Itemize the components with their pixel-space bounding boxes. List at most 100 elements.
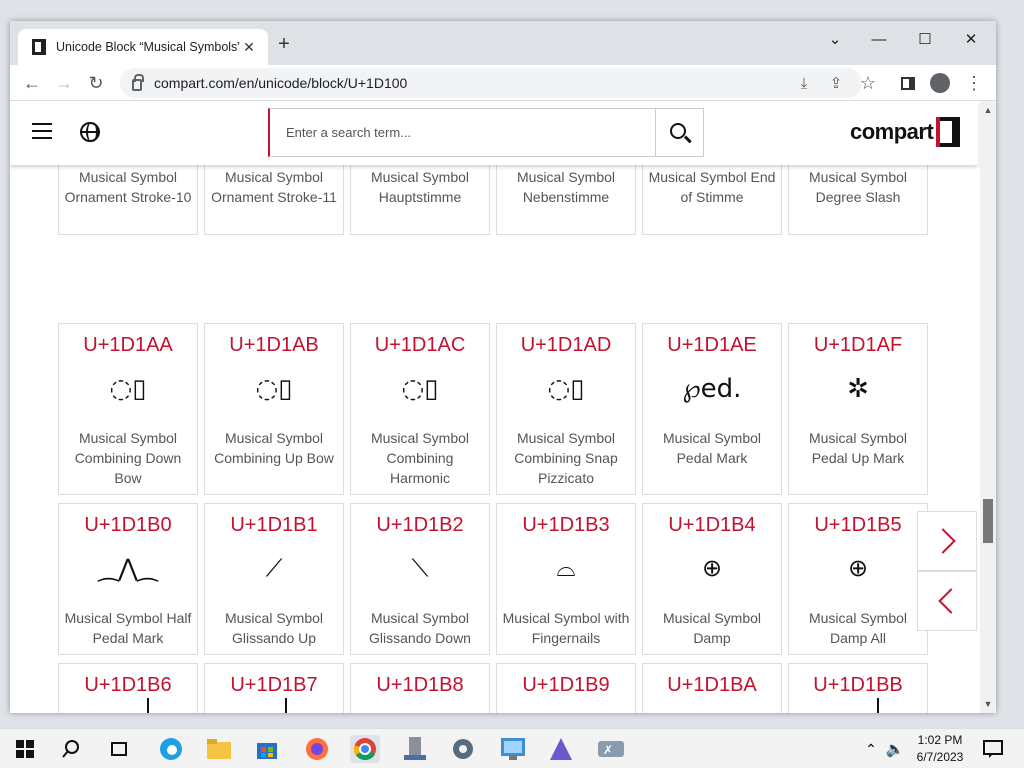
scroll-up-arrow-icon[interactable]: ▲ [983, 105, 993, 115]
code-point[interactable]: U+1D1B9 [497, 674, 635, 697]
forward-button[interactable]: → [50, 69, 78, 97]
symbol-name[interactable]: Musical Symbol Combining Up Bow [209, 428, 339, 468]
settings-gear-icon[interactable] [448, 735, 478, 763]
symbol-glyph[interactable]: ℘ed. [643, 374, 781, 404]
tab-close-icon[interactable]: ✕ [240, 39, 258, 56]
browser-tab[interactable]: Unicode Block “Musical Symbols” ✕ [18, 29, 268, 65]
character-card[interactable]: U+1D1AC ◌▯ Musical Symbol Combining Harmon… [350, 323, 490, 495]
search-input[interactable] [268, 108, 656, 157]
scrollbar-thumb[interactable] [983, 499, 993, 543]
code-point[interactable]: U+1D1B2 [351, 514, 489, 537]
lock-icon[interactable] [132, 74, 144, 91]
character-card[interactable]: U+1D1B2 ⟍ Musical Symbol Glissando Down [350, 503, 490, 655]
profile-avatar-icon[interactable] [926, 69, 954, 97]
character-card[interactable]: U+1D1B7 [204, 663, 344, 713]
character-card[interactable]: U+1D1AD ◌▯ Musical Symbol Combining Snap P… [496, 323, 636, 495]
symbol-name[interactable]: Musical Symbol Combining Snap Pizzicato [501, 428, 631, 488]
symbol-glyph[interactable]: ⊕ [643, 554, 781, 582]
character-card[interactable]: U+1D1B8 [350, 663, 490, 713]
symbol-name[interactable]: Musical Symbol with Fingernails [501, 608, 631, 648]
side-panel-icon[interactable] [894, 69, 922, 97]
symbol-glyph[interactable]: ⌓ [497, 554, 635, 582]
symbol-name[interactable]: Musical Symbol Ornament Stroke-10 [63, 167, 193, 207]
prev-arrow-button[interactable] [917, 571, 977, 631]
task-view-icon[interactable] [104, 735, 134, 763]
search-taskbar-icon[interactable] [56, 735, 86, 763]
search-button[interactable] [655, 108, 704, 157]
character-card[interactable]: U+1D1B6 [58, 663, 198, 713]
file-explorer-icon[interactable] [204, 735, 234, 763]
next-arrow-button[interactable] [917, 511, 977, 571]
character-card[interactable]: U+1D1B3 ⌓ Musical Symbol with Fingernails [496, 503, 636, 655]
symbol-glyph[interactable]: ⁔⋀⁔ [59, 554, 197, 582]
compart-logo[interactable]: compart [850, 117, 961, 147]
close-window-button[interactable]: ✕ [948, 25, 994, 53]
firefox-icon[interactable] [302, 735, 332, 763]
chrome-icon[interactable] [350, 735, 380, 763]
character-card[interactable]: U+1D1B1 ⟋ Musical Symbol Glissando Up [204, 503, 344, 655]
character-card[interactable]: U+1D1AF ✲ Musical Symbol Pedal Up Mark [788, 323, 928, 495]
symbol-name[interactable]: Musical Symbol Pedal Up Mark [793, 428, 923, 468]
microsoft-store-icon[interactable] [252, 735, 282, 763]
character-card[interactable]: U+1D1AA ◌▯ Musical Symbol Combining Down B… [58, 323, 198, 495]
symbol-name[interactable]: Musical Symbol Pedal Mark [647, 428, 777, 468]
code-point[interactable]: U+1D1AD [497, 334, 635, 357]
symbol-name[interactable]: Musical Symbol Damp All [793, 608, 923, 648]
code-point[interactable]: U+1D1B1 [205, 514, 343, 537]
symbol-name[interactable]: Musical Symbol Degree Slash [793, 167, 923, 207]
code-point[interactable]: U+1D1B6 [59, 674, 197, 697]
back-button[interactable]: ← [18, 69, 46, 97]
edge-browser-icon[interactable] [156, 735, 186, 763]
character-card[interactable]: U+1D1BA [642, 663, 782, 713]
scroll-down-arrow-icon[interactable]: ▼ [983, 699, 993, 709]
symbol-name[interactable]: Musical Symbol Glissando Up [209, 608, 339, 648]
app-x-icon[interactable]: ✗ [596, 735, 626, 763]
symbol-glyph[interactable]: ◌▯ [497, 374, 635, 404]
code-point[interactable]: U+1D1B7 [205, 674, 343, 697]
control-panel-icon[interactable] [498, 735, 528, 763]
bookmark-star-icon[interactable]: ☆ [854, 69, 882, 97]
code-point[interactable]: U+1D1AE [643, 334, 781, 357]
globe-language-icon[interactable] [80, 122, 100, 142]
reload-button[interactable]: ↻ [82, 69, 110, 97]
character-card[interactable]: U+1D1B9 [496, 663, 636, 713]
symbol-name[interactable]: Musical Symbol Combining Harmonic [355, 428, 485, 488]
symbol-name[interactable]: Musical Symbol Hauptstimme [355, 167, 485, 207]
symbol-name[interactable]: Musical Symbol Combining Down Bow [63, 428, 193, 488]
symbol-glyph[interactable]: ✲ [789, 374, 927, 404]
maximize-button[interactable]: ☐ [902, 25, 948, 53]
character-card[interactable]: U+1D1BB [788, 663, 928, 713]
symbol-glyph[interactable]: ◌▯ [351, 374, 489, 404]
code-point[interactable]: U+1D1B5 [789, 514, 927, 537]
code-point[interactable]: U+1D1AC [351, 334, 489, 357]
page-scrollbar[interactable]: ▲ ▼ [980, 101, 996, 713]
character-card[interactable]: U+1D1B5 ⊕ Musical Symbol Damp All [788, 503, 928, 655]
share-icon[interactable]: ⇪ [822, 69, 850, 97]
code-point[interactable]: U+1D1BA [643, 674, 781, 697]
browser-menu-icon[interactable]: ⋮ [960, 69, 988, 97]
server-manager-icon[interactable] [400, 735, 430, 763]
symbol-glyph[interactable]: ⟋ [205, 554, 343, 582]
volume-speaker-icon[interactable]: 🔈 [880, 735, 910, 763]
symbol-name[interactable]: Musical Symbol Half Pedal Mark [63, 608, 193, 648]
windows-start-icon[interactable] [10, 735, 40, 763]
app-a-icon[interactable] [546, 735, 576, 763]
notification-center-icon[interactable] [978, 735, 1008, 763]
code-point[interactable]: U+1D1BB [789, 674, 927, 697]
code-point[interactable]: U+1D1B0 [59, 514, 197, 537]
taskbar-clock[interactable]: 1:02 PM 6/7/2023 [910, 732, 970, 766]
minimize-button[interactable]: — [856, 25, 902, 53]
new-tab-button[interactable]: + [270, 33, 298, 56]
symbol-glyph[interactable]: ◌▯ [205, 374, 343, 404]
symbol-name[interactable]: Musical Symbol Ornament Stroke-11 [209, 167, 339, 207]
code-point[interactable]: U+1D1B4 [643, 514, 781, 537]
code-point[interactable]: U+1D1B8 [351, 674, 489, 697]
code-point[interactable]: U+1D1AA [59, 334, 197, 357]
tab-search-chevron-icon[interactable]: ⌄ [812, 25, 858, 53]
symbol-name[interactable]: Musical Symbol Glissando Down [355, 608, 485, 648]
symbol-glyph[interactable]: ⟍ [351, 554, 489, 582]
hamburger-menu-icon[interactable] [32, 123, 52, 139]
symbol-name[interactable]: Musical Symbol End of Stimme [647, 167, 777, 207]
address-bar[interactable]: compart.com/en/unicode/block/U+1D100 [120, 68, 862, 98]
character-card[interactable]: U+1D1B4 ⊕ Musical Symbol Damp [642, 503, 782, 655]
